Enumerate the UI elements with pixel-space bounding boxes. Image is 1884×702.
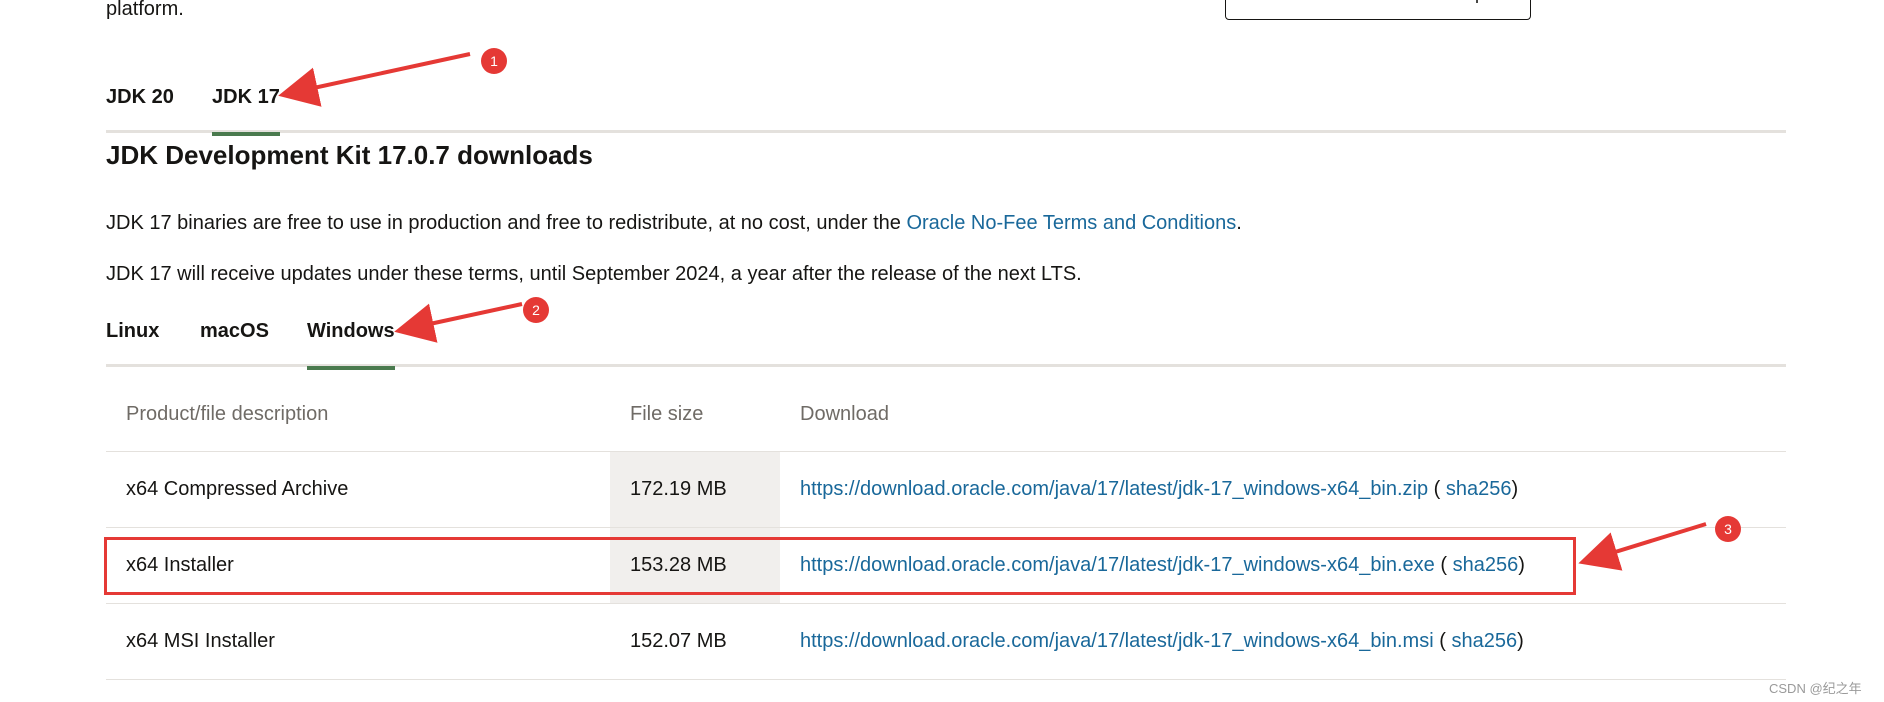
annotation-badge-3: 3 (1715, 516, 1741, 542)
arrow-2 (394, 302, 523, 343)
watermark: CSDN @纪之年 (1769, 681, 1862, 696)
annotation-badge-1: 1 (481, 48, 507, 74)
annotation-badge-2: 2 (523, 297, 549, 323)
annotation-arrows (278, 52, 1707, 571)
arrow-3 (1578, 522, 1707, 571)
arrow-1 (278, 52, 471, 107)
